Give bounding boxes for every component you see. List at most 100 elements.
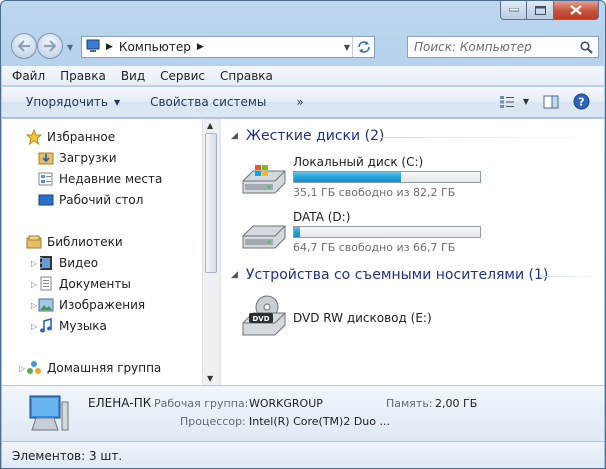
menu-file[interactable]: Файл <box>12 69 45 83</box>
video-icon <box>38 255 54 271</box>
svg-text:DVD: DVD <box>252 315 269 323</box>
group-header-removable[interactable]: ◢ Устройства со съемными носителями (1) <box>231 267 603 283</box>
group-title: Устройства со съемными носителями (1) <box>245 267 549 283</box>
change-view-button[interactable]: ▼ <box>499 95 529 109</box>
nav-video[interactable]: Видео <box>38 255 98 271</box>
hard-drive-icon <box>241 216 287 253</box>
collapse-icon: ◢ <box>231 270 238 280</box>
scroll-up-icon[interactable]: ▲ <box>207 121 213 130</box>
nav-libraries[interactable]: Библиотеки <box>26 234 123 250</box>
nav-downloads[interactable]: Загрузки <box>38 150 117 166</box>
breadcrumb-separator[interactable]: ▶ <box>197 42 204 52</box>
content-pane: ◢ Жесткие диски (2) Локальный диск (C:) … <box>221 119 604 385</box>
organize-label: Упорядочить <box>26 95 108 109</box>
cpu-label: Процессор: <box>180 415 246 428</box>
address-history-dropdown[interactable]: ▼ <box>344 43 350 52</box>
navigation-row: ▼ ▶ Компьютер ▶ ▼ Поиск: Компьютер <box>9 31 599 63</box>
expand-arrow-icon[interactable]: ▷ <box>31 280 37 289</box>
nav-label: Недавние места <box>59 172 163 186</box>
nav-label: Избранное <box>47 130 116 144</box>
details-pane: ЕЛЕНА-ПК Рабочая группа: WORKGROUP Памят… <box>2 385 604 441</box>
breadcrumb-separator[interactable]: ▶ <box>106 42 113 52</box>
group-title: Жесткие диски (2) <box>245 128 385 144</box>
nav-label: Домашняя группа <box>47 361 162 375</box>
breadcrumb-computer[interactable]: Компьютер <box>119 40 191 54</box>
group-header-hard-disks[interactable]: ◢ Жесткие диски (2) <box>231 128 603 144</box>
nav-label: Рабочий стол <box>59 193 144 207</box>
drive-usage-fill <box>294 172 401 182</box>
collapse-icon: ◢ <box>231 131 238 141</box>
drive-usage-bar <box>293 171 481 183</box>
nav-label: Музыка <box>59 319 107 333</box>
nav-documents[interactable]: Документы <box>38 276 131 292</box>
caption-buttons <box>500 1 599 20</box>
nav-label: Загрузки <box>59 151 117 165</box>
item-count: Элементов: 3 шт. <box>12 448 123 463</box>
maximize-button[interactable] <box>527 1 554 20</box>
search-input[interactable]: Поиск: Компьютер <box>407 36 599 58</box>
help-icon: ? <box>573 93 590 110</box>
drive-name: DATA (D:) <box>293 210 351 224</box>
drive-free-space: 35,1 ГБ свободно из 82,2 ГБ <box>293 186 456 199</box>
chevron-down-icon: ▼ <box>113 97 121 107</box>
nav-images[interactable]: Изображения <box>38 297 145 313</box>
menu-tools[interactable]: Сервис <box>160 69 205 83</box>
documents-icon <box>38 276 54 292</box>
minimize-button[interactable] <box>500 1 527 20</box>
preview-pane-button[interactable] <box>543 95 559 109</box>
refresh-icon <box>357 41 370 53</box>
scroll-down-icon[interactable]: ▼ <box>207 374 213 383</box>
preview-pane-icon <box>543 95 559 108</box>
memory-value: 2,00 ГБ <box>435 397 478 410</box>
svg-text:?: ? <box>578 96 584 109</box>
refresh-button[interactable] <box>352 37 374 57</box>
chevron-down-icon[interactable]: ▼ <box>523 97 529 106</box>
system-properties-label: Свойства системы <box>150 95 267 109</box>
nav-music[interactable]: Музыка <box>38 318 107 334</box>
hard-drive-windows-icon <box>241 161 287 198</box>
menu-bar: Файл Правка Вид Сервис Справка <box>2 66 604 86</box>
computer-icon <box>86 39 102 56</box>
search-icon[interactable] <box>580 40 593 54</box>
search-placeholder: Поиск: Компьютер <box>414 40 532 54</box>
nav-desktop[interactable]: Рабочий стол <box>38 192 143 208</box>
system-properties-button[interactable]: Свойства системы <box>150 95 266 109</box>
group-divider <box>381 137 603 138</box>
status-bar: Элементов: 3 шт. <box>2 441 604 468</box>
nav-label: Документы <box>59 277 131 291</box>
homegroup-icon <box>26 360 42 376</box>
forward-arrow-icon <box>44 40 57 52</box>
menu-help[interactable]: Справка <box>220 69 273 83</box>
star-icon <box>26 129 42 145</box>
drive-usage-bar <box>293 226 481 238</box>
expand-arrow-icon[interactable]: ▷ <box>31 301 37 310</box>
nav-favorites[interactable]: Избранное <box>26 129 115 145</box>
recent-pages-dropdown[interactable]: ▼ <box>67 43 73 52</box>
workgroup-label: Рабочая группа: <box>154 397 249 410</box>
nav-recent-places[interactable]: Недавние места <box>38 171 162 187</box>
expand-arrow-icon[interactable]: ▷ <box>31 322 37 331</box>
drive-free-space: 64,7 ГБ свободно из 66,7 ГБ <box>293 241 456 254</box>
libraries-icon <box>26 234 42 250</box>
back-arrow-icon <box>17 40 30 52</box>
nav-label: Изображения <box>59 298 146 312</box>
drive-usage-fill <box>294 227 300 237</box>
maximize-icon <box>534 5 546 15</box>
desktop-icon <box>38 192 54 208</box>
close-button[interactable] <box>554 1 599 20</box>
expand-arrow-icon[interactable]: ▷ <box>31 259 37 268</box>
nav-homegroup[interactable]: Домашняя группа <box>26 360 161 376</box>
computer-name: ЕЛЕНА-ПК <box>88 396 152 410</box>
organize-button[interactable]: Упорядочить ▼ <box>26 95 120 109</box>
forward-button[interactable] <box>37 33 63 59</box>
nav-scrollbar[interactable]: ▲ ▼ <box>202 119 219 385</box>
address-bar[interactable]: ▶ Компьютер ▶ ▼ <box>81 36 375 58</box>
nav-label: Библиотеки <box>47 235 123 249</box>
menu-view[interactable]: Вид <box>121 69 145 83</box>
scrollbar-thumb[interactable] <box>205 133 217 273</box>
more-commands-button[interactable]: » <box>296 95 303 109</box>
help-button[interactable]: ? <box>573 93 590 110</box>
menu-edit[interactable]: Правка <box>60 69 106 83</box>
expand-arrow-icon[interactable]: ▷ <box>19 364 25 373</box>
back-button[interactable] <box>11 33 37 59</box>
